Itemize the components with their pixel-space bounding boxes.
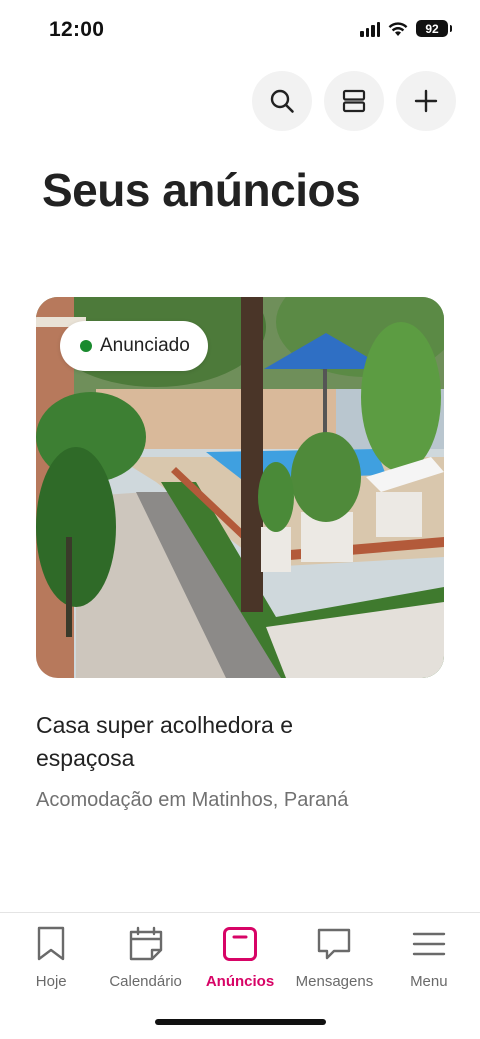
battery-level: 92 — [425, 21, 439, 36]
bottom-nav: Hoje Calendário Anúncios Mensagens Menu — [0, 912, 480, 1039]
nav-item-calendario[interactable]: Calendário — [98, 913, 192, 990]
calendar-icon — [129, 926, 162, 961]
signal-icon — [360, 21, 380, 37]
nav-label-anuncios: Anúncios — [205, 973, 275, 990]
layout-icon — [342, 89, 366, 113]
nav-item-hoje[interactable]: Hoje — [4, 913, 98, 990]
nav-item-anuncios[interactable]: Anúncios — [193, 913, 287, 990]
listing-photo[interactable]: Anunciado — [36, 297, 444, 678]
search-icon — [270, 89, 294, 113]
page-title: Seus anúncios — [42, 164, 361, 216]
status-badge: Anunciado — [60, 321, 208, 371]
layout-toggle-button[interactable] — [324, 71, 384, 131]
status-time: 12:00 — [49, 18, 105, 41]
listing-title[interactable]: Casa super acolhedora e espaçosa — [36, 709, 336, 775]
wifi-icon — [388, 21, 408, 36]
nav-label-calendario: Calendário — [109, 973, 182, 990]
status-badge-label: Anunciado — [100, 335, 190, 356]
bookmark-icon — [38, 926, 65, 961]
nav-item-mensagens[interactable]: Mensagens — [287, 913, 381, 990]
listing-card[interactable]: Anunciado Casa super acolhedora e espaço… — [36, 297, 444, 812]
plus-icon — [414, 89, 438, 113]
status-icons: 92 — [360, 20, 452, 37]
menu-icon — [412, 932, 446, 956]
nav-item-menu[interactable]: Menu — [382, 913, 476, 990]
search-button[interactable] — [252, 71, 312, 131]
add-listing-button[interactable] — [396, 71, 456, 131]
listing-subtitle: Acomodação em Matinhos, Paraná — [36, 789, 349, 811]
home-indicator — [155, 1019, 326, 1025]
listing-icon — [223, 927, 258, 961]
status-dot-icon — [80, 340, 92, 352]
battery-icon: 92 — [416, 20, 452, 37]
message-icon — [318, 928, 351, 960]
nav-label-hoje: Hoje — [35, 973, 67, 990]
nav-label-menu: Menu — [410, 973, 448, 990]
top-actions — [252, 71, 456, 131]
nav-label-mensagens: Mensagens — [295, 973, 374, 990]
status-bar: 12:00 92 — [0, 0, 480, 62]
